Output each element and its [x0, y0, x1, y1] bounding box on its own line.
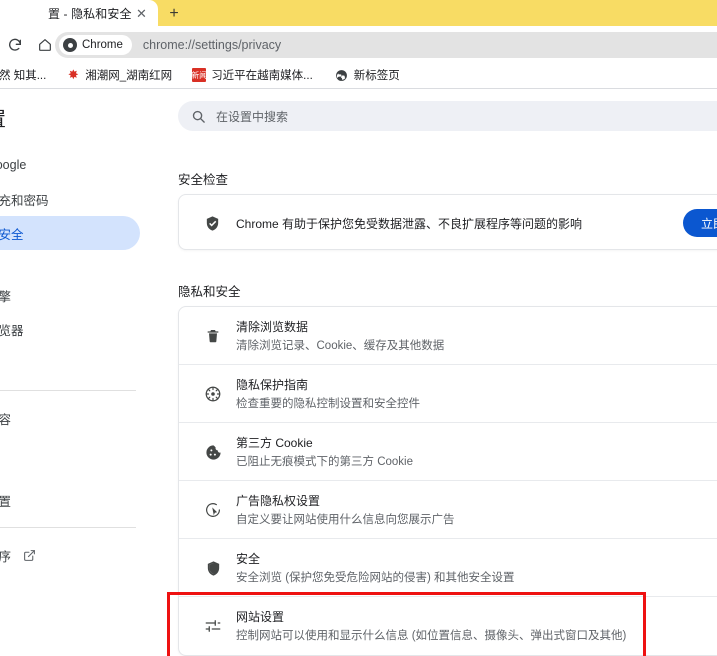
bookmark-item[interactable]: 新标签页	[330, 64, 405, 86]
sidebar-item-label: 填充和密码	[0, 193, 49, 208]
bookmark-label: 湘潮网_湖南红网	[85, 70, 173, 82]
security-check-card: Chrome 有助于保护您免受数据泄露、不良扩展程序等问题的影响 立即检查	[178, 194, 717, 250]
settings-row-title: 安全	[236, 552, 261, 566]
page-title: 置	[0, 103, 6, 132]
sidebar-item-system-settings[interactable]: 设置	[0, 483, 167, 517]
sidebar-item-autofill[interactable]: 填充和密码	[0, 182, 167, 216]
close-icon[interactable]: ✕	[134, 6, 149, 21]
sidebar-item-downloads[interactable]: 得	[0, 435, 167, 469]
bookmark-label: 然 知其...	[0, 70, 47, 82]
shield-check-icon	[203, 214, 221, 232]
settings-row-subtitle: 控制网站可以使用和显示什么信息 (如位置信息、摄像头、弹出式窗口及其他)	[236, 630, 627, 642]
sidebar-item-label: Google	[0, 158, 27, 172]
sidebar-item-default-browser[interactable]: 浏览器	[0, 312, 167, 346]
security-check-row: Chrome 有助于保护您免受数据泄露、不良扩展程序等问题的影响 立即检查	[179, 195, 717, 251]
settings-row-security[interactable]: 安全 安全浏览 (保护您免受危险网站的侵害) 和其他安全设置	[179, 539, 717, 597]
sidebar-item-label: 设置	[0, 494, 12, 509]
settings-row-subtitle: 已阻止无痕模式下的第三方 Cookie	[236, 456, 413, 468]
ad-privacy-icon	[203, 500, 223, 520]
sidebar-divider	[0, 390, 136, 391]
sidebar-item-google[interactable]: Google	[0, 148, 167, 182]
browser-window: 置 - 隐私和安全 ✕ + Chrome chrome://settings/p…	[0, 0, 717, 656]
tune-icon	[203, 616, 223, 636]
search-icon	[191, 109, 206, 124]
settings-row-third-party-cookies[interactable]: 第三方 Cookie 已阻止无痕模式下的第三方 Cookie	[179, 423, 717, 481]
settings-main: 在设置中搜索 安全检查 Chrome 有助于保护您免受数据泄露、不良扩展程序等问…	[167, 90, 717, 656]
settings-row-subtitle: 自定义要让网站使用什么信息向您展示广告	[236, 514, 455, 526]
tab-strip: 置 - 隐私和安全 ✕ +	[0, 0, 717, 28]
address-bar[interactable]: Chrome chrome://settings/privacy	[55, 32, 717, 58]
privacy-guide-icon	[203, 384, 223, 404]
sidebar-item-label: 程序	[0, 549, 12, 564]
globe-icon	[335, 68, 349, 82]
sidebar-nav: Google 填充和密码 和安全 引擎 浏览器 时 内容	[0, 148, 167, 572]
trash-icon	[203, 326, 223, 346]
chrome-chip-label: Chrome	[82, 39, 123, 51]
section-heading-security-check: 安全检查	[178, 173, 229, 187]
shield-icon	[203, 558, 223, 578]
settings-row-title: 隐私保护指南	[236, 378, 309, 392]
bookmark-label: 习近平在越南媒体...	[211, 70, 313, 82]
settings-row-clear-browsing-data[interactable]: 清除浏览数据 清除浏览记录、Cookie、缓存及其他数据	[179, 307, 717, 365]
settings-row-privacy-guide[interactable]: 隐私保护指南 检查重要的隐私控制设置和安全控件	[179, 365, 717, 423]
sidebar-item-privacy-security[interactable]: 和安全	[0, 216, 140, 250]
settings-row-ad-privacy[interactable]: 广告隐私权设置 自定义要让网站使用什么信息向您展示广告	[179, 481, 717, 539]
sidebar-item-search-engine[interactable]: 引擎	[0, 278, 167, 312]
sidebar-item-on-startup[interactable]: 时	[0, 346, 167, 380]
settings-row-title: 网站设置	[236, 610, 285, 624]
bookmark-item[interactable]: 新闻 习近平在越南媒体...	[187, 64, 318, 86]
settings-sidebar: 置 Google 填充和密码 和安全 引擎 浏览器 时	[0, 90, 167, 656]
favicon-hongwang-icon: ✸	[67, 68, 79, 82]
sidebar-item-languages-content[interactable]: 内容	[0, 401, 167, 435]
section-heading-privacy: 隐私和安全	[178, 285, 241, 299]
browser-toolbar: Chrome chrome://settings/privacy	[0, 28, 717, 62]
search-placeholder: 在设置中搜索	[216, 109, 289, 124]
security-check-message: Chrome 有助于保护您免受数据泄露、不良扩展程序等问题的影响	[236, 217, 583, 231]
settings-row-title: 清除浏览数据	[236, 320, 309, 334]
bookmark-label: 新标签页	[353, 70, 400, 82]
reload-icon[interactable]	[2, 32, 28, 58]
sidebar-item-label: 浏览器	[0, 323, 24, 338]
settings-row-site-settings[interactable]: 网站设置 控制网站可以使用和显示什么信息 (如位置信息、摄像头、弹出式窗口及其他…	[179, 597, 717, 655]
chrome-chip[interactable]: Chrome	[59, 35, 132, 55]
sidebar-item-label: 和安全	[0, 227, 24, 242]
sidebar-item-extensions[interactable]: 程序	[0, 538, 167, 572]
search-input[interactable]: 在设置中搜索	[178, 101, 717, 131]
settings-row-subtitle: 清除浏览记录、Cookie、缓存及其他数据	[236, 340, 445, 352]
sidebar-divider	[0, 527, 136, 528]
run-security-check-button[interactable]: 立即检查	[683, 209, 717, 237]
favicon-news-icon: 新闻	[192, 68, 207, 82]
sidebar-item-label: 引擎	[0, 289, 12, 304]
bookmark-item[interactable]: ✸ 湘潮网_湖南红网	[61, 64, 177, 86]
sidebar-item-label: 内容	[0, 412, 12, 427]
new-tab-icon[interactable]: +	[164, 4, 184, 24]
privacy-settings-card: 清除浏览数据 清除浏览记录、Cookie、缓存及其他数据 隐私保护指南 检查重要…	[178, 306, 717, 656]
bookmark-item[interactable]: 然 知其...	[0, 64, 51, 86]
chrome-logo-icon	[63, 38, 77, 52]
external-link-icon	[23, 549, 36, 562]
url-text: chrome://settings/privacy	[142, 38, 282, 52]
settings-row-subtitle: 检查重要的隐私控制设置和安全控件	[236, 398, 420, 410]
cookie-icon	[203, 442, 223, 462]
settings-row-title: 广告隐私权设置	[236, 494, 321, 508]
settings-row-subtitle: 安全浏览 (保护您免受危险网站的侵害) 和其他安全设置	[236, 572, 515, 584]
settings-row-title: 第三方 Cookie	[236, 436, 313, 450]
tab-title: 置 - 隐私和安全	[48, 7, 132, 21]
bookmarks-bar: 然 知其... ✸ 湘潮网_湖南红网 新闻 习近平在越南媒体... 新标签页	[0, 62, 717, 89]
